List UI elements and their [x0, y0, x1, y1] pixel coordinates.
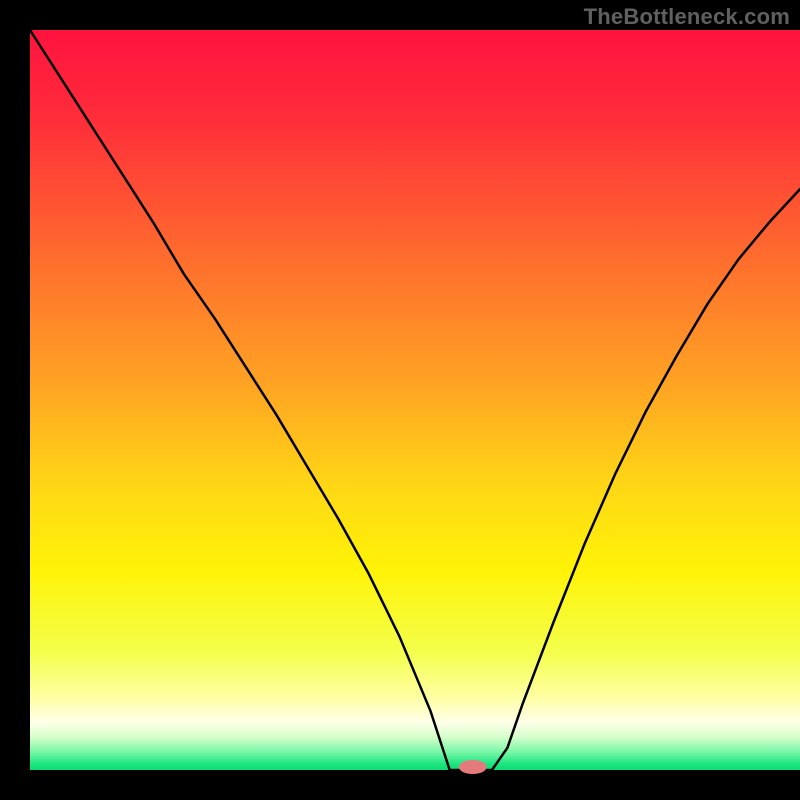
- bottleneck-chart: [0, 0, 800, 800]
- watermark-text: TheBottleneck.com: [584, 4, 790, 30]
- optimal-marker: [459, 760, 487, 774]
- plot-background: [30, 30, 800, 770]
- chart-frame: { "watermark": "TheBottleneck.com", "cha…: [0, 0, 800, 800]
